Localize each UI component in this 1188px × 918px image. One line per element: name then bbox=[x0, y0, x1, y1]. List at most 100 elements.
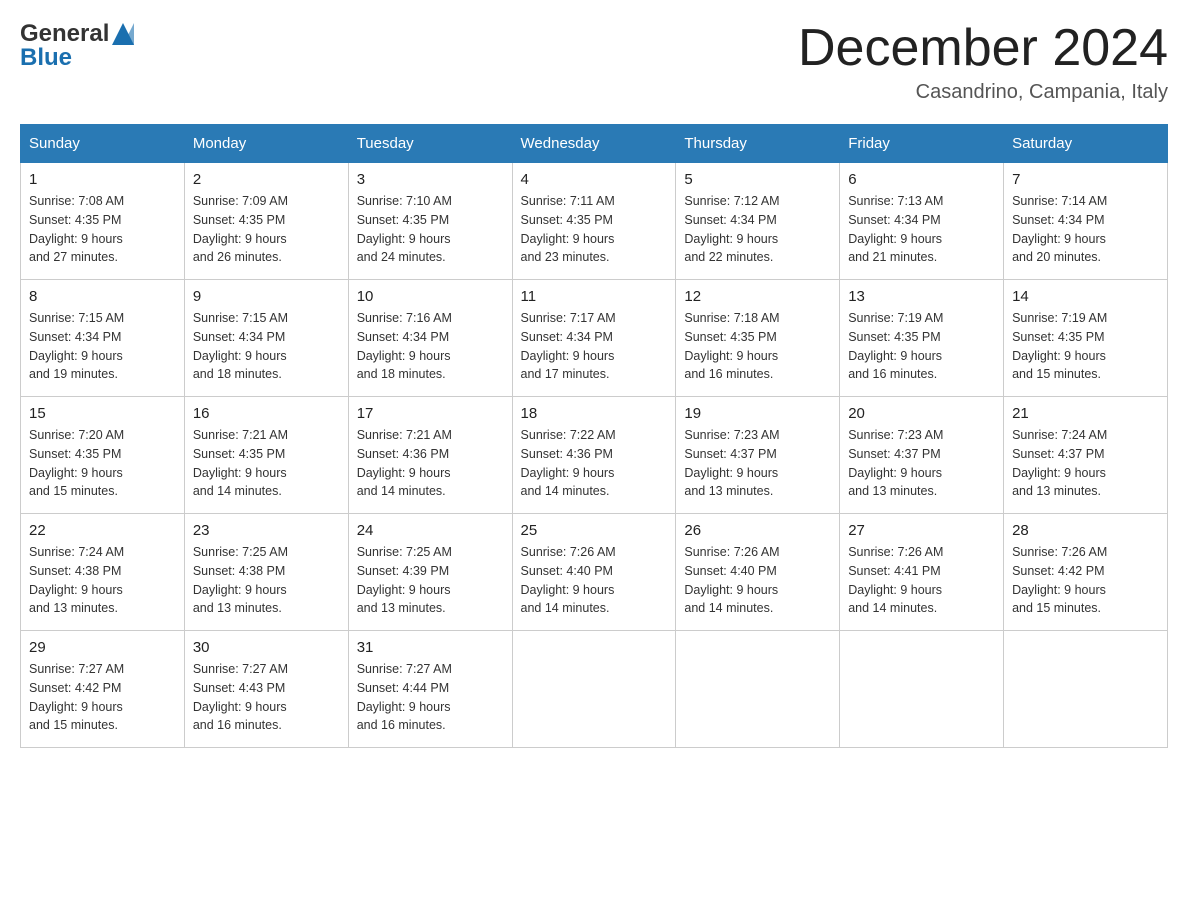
day-info: Sunrise: 7:27 AMSunset: 4:44 PMDaylight:… bbox=[357, 660, 504, 735]
day-info: Sunrise: 7:19 AMSunset: 4:35 PMDaylight:… bbox=[848, 309, 995, 384]
day-number: 12 bbox=[684, 288, 831, 305]
day-number: 18 bbox=[521, 405, 668, 422]
calendar-cell bbox=[512, 631, 676, 748]
calendar-cell: 24 Sunrise: 7:25 AMSunset: 4:39 PMDayligh… bbox=[348, 514, 512, 631]
calendar-table: SundayMondayTuesdayWednesdayThursdayFrid… bbox=[20, 124, 1168, 748]
weekday-header-friday: Friday bbox=[840, 125, 1004, 163]
calendar-week-row: 1 Sunrise: 7:08 AMSunset: 4:35 PMDaylight… bbox=[21, 163, 1168, 280]
day-info: Sunrise: 7:26 AMSunset: 4:41 PMDaylight:… bbox=[848, 543, 995, 618]
calendar-cell: 3Sunrise: 7:10 AMSunset: 4:35 PMDaylight… bbox=[348, 163, 512, 280]
calendar-week-row: 29Sunrise: 7:27 AMSunset: 4:42 PMDayligh… bbox=[21, 631, 1168, 748]
day-number: 13 bbox=[848, 288, 995, 305]
weekday-header-saturday: Saturday bbox=[1004, 125, 1168, 163]
calendar-cell: 25Sunrise: 7:26 AMSunset: 4:40 PMDayligh… bbox=[512, 514, 676, 631]
day-number: 28 bbox=[1012, 522, 1159, 539]
calendar-cell: 13 Sunrise: 7:19 AMSunset: 4:35 PMDayligh… bbox=[840, 280, 1004, 397]
calendar-cell: 28 Sunrise: 7:26 AMSunset: 4:42 PMDayligh… bbox=[1004, 514, 1168, 631]
day-info: Sunrise: 7:15 AMSunset: 4:34 PMDaylight:… bbox=[193, 309, 340, 384]
day-info: Sunrise: 7:22 AMSunset: 4:36 PMDaylight:… bbox=[521, 426, 668, 501]
calendar-cell: 1 Sunrise: 7:08 AMSunset: 4:35 PMDaylight… bbox=[21, 163, 185, 280]
day-number: 15 bbox=[29, 405, 176, 422]
day-info: Sunrise: 7:24 AMSunset: 4:38 PMDaylight:… bbox=[29, 543, 176, 618]
day-info: Sunrise: 7:17 AMSunset: 4:34 PMDaylight:… bbox=[521, 309, 668, 384]
calendar-cell: 7Sunrise: 7:14 AMSunset: 4:34 PMDaylight… bbox=[1004, 163, 1168, 280]
location-text: Casandrino, Campania, Italy bbox=[798, 81, 1168, 104]
day-info: Sunrise: 7:23 AMSunset: 4:37 PMDaylight:… bbox=[684, 426, 831, 501]
calendar-week-row: 22Sunrise: 7:24 AMSunset: 4:38 PMDayligh… bbox=[21, 514, 1168, 631]
day-info: Sunrise: 7:24 AMSunset: 4:37 PMDaylight:… bbox=[1012, 426, 1159, 501]
day-number: 11 bbox=[521, 288, 668, 305]
calendar-cell: 12 Sunrise: 7:18 AMSunset: 4:35 PMDayligh… bbox=[676, 280, 840, 397]
calendar-cell: 21 Sunrise: 7:24 AMSunset: 4:37 PMDayligh… bbox=[1004, 397, 1168, 514]
calendar-cell: 14Sunrise: 7:19 AMSunset: 4:35 PMDayligh… bbox=[1004, 280, 1168, 397]
day-number: 9 bbox=[193, 288, 340, 305]
day-number: 21 bbox=[1012, 405, 1159, 422]
calendar-cell: 20 Sunrise: 7:23 AMSunset: 4:37 PMDayligh… bbox=[840, 397, 1004, 514]
calendar-cell: 29Sunrise: 7:27 AMSunset: 4:42 PMDayligh… bbox=[21, 631, 185, 748]
day-number: 1 bbox=[29, 171, 176, 188]
calendar-cell: 6 Sunrise: 7:13 AMSunset: 4:34 PMDaylight… bbox=[840, 163, 1004, 280]
day-number: 24 bbox=[357, 522, 504, 539]
calendar-cell: 15 Sunrise: 7:20 AMSunset: 4:35 PMDayligh… bbox=[21, 397, 185, 514]
day-info: Sunrise: 7:08 AMSunset: 4:35 PMDaylight:… bbox=[29, 192, 176, 267]
day-info: Sunrise: 7:18 AMSunset: 4:35 PMDaylight:… bbox=[684, 309, 831, 384]
weekday-header-sunday: Sunday bbox=[21, 125, 185, 163]
calendar-week-row: 15 Sunrise: 7:20 AMSunset: 4:35 PMDayligh… bbox=[21, 397, 1168, 514]
day-info: Sunrise: 7:20 AMSunset: 4:35 PMDaylight:… bbox=[29, 426, 176, 501]
logo: General Blue bbox=[20, 20, 134, 72]
day-number: 20 bbox=[848, 405, 995, 422]
calendar-cell: 18 Sunrise: 7:22 AMSunset: 4:36 PMDayligh… bbox=[512, 397, 676, 514]
calendar-cell: 26 Sunrise: 7:26 AMSunset: 4:40 PMDayligh… bbox=[676, 514, 840, 631]
day-info: Sunrise: 7:15 AMSunset: 4:34 PMDaylight:… bbox=[29, 309, 176, 384]
page-header: General Blue December 2024 Casandrino, C… bbox=[20, 20, 1168, 104]
day-info: Sunrise: 7:11 AMSunset: 4:35 PMDaylight:… bbox=[521, 192, 668, 267]
calendar-cell: 31 Sunrise: 7:27 AMSunset: 4:44 PMDayligh… bbox=[348, 631, 512, 748]
day-info: Sunrise: 7:26 AMSunset: 4:42 PMDaylight:… bbox=[1012, 543, 1159, 618]
day-info: Sunrise: 7:13 AMSunset: 4:34 PMDaylight:… bbox=[848, 192, 995, 267]
day-info: Sunrise: 7:25 AMSunset: 4:39 PMDaylight:… bbox=[357, 543, 504, 618]
day-number: 31 bbox=[357, 639, 504, 656]
day-number: 23 bbox=[193, 522, 340, 539]
day-number: 8 bbox=[29, 288, 176, 305]
calendar-cell: 5 Sunrise: 7:12 AMSunset: 4:34 PMDaylight… bbox=[676, 163, 840, 280]
day-info: Sunrise: 7:21 AMSunset: 4:36 PMDaylight:… bbox=[357, 426, 504, 501]
weekday-header-monday: Monday bbox=[184, 125, 348, 163]
calendar-cell bbox=[676, 631, 840, 748]
calendar-cell: 22Sunrise: 7:24 AMSunset: 4:38 PMDayligh… bbox=[21, 514, 185, 631]
day-info: Sunrise: 7:26 AMSunset: 4:40 PMDaylight:… bbox=[684, 543, 831, 618]
calendar-cell: 23Sunrise: 7:25 AMSunset: 4:38 PMDayligh… bbox=[184, 514, 348, 631]
calendar-cell: 17 Sunrise: 7:21 AMSunset: 4:36 PMDayligh… bbox=[348, 397, 512, 514]
day-number: 19 bbox=[684, 405, 831, 422]
day-number: 6 bbox=[848, 171, 995, 188]
day-info: Sunrise: 7:27 AMSunset: 4:43 PMDaylight:… bbox=[193, 660, 340, 735]
day-number: 25 bbox=[521, 522, 668, 539]
weekday-header-tuesday: Tuesday bbox=[348, 125, 512, 163]
day-info: Sunrise: 7:19 AMSunset: 4:35 PMDaylight:… bbox=[1012, 309, 1159, 384]
day-number: 17 bbox=[357, 405, 504, 422]
calendar-cell: 10Sunrise: 7:16 AMSunset: 4:34 PMDayligh… bbox=[348, 280, 512, 397]
calendar-cell: 19 Sunrise: 7:23 AMSunset: 4:37 PMDayligh… bbox=[676, 397, 840, 514]
day-info: Sunrise: 7:23 AMSunset: 4:37 PMDaylight:… bbox=[848, 426, 995, 501]
day-number: 10 bbox=[357, 288, 504, 305]
month-title: December 2024 bbox=[798, 20, 1168, 77]
day-info: Sunrise: 7:21 AMSunset: 4:35 PMDaylight:… bbox=[193, 426, 340, 501]
calendar-cell: 27 Sunrise: 7:26 AMSunset: 4:41 PMDayligh… bbox=[840, 514, 1004, 631]
day-number: 2 bbox=[193, 171, 340, 188]
day-number: 16 bbox=[193, 405, 340, 422]
calendar-cell: 11 Sunrise: 7:17 AMSunset: 4:34 PMDayligh… bbox=[512, 280, 676, 397]
calendar-cell: 8 Sunrise: 7:15 AMSunset: 4:34 PMDaylight… bbox=[21, 280, 185, 397]
weekday-header-thursday: Thursday bbox=[676, 125, 840, 163]
calendar-week-row: 8 Sunrise: 7:15 AMSunset: 4:34 PMDaylight… bbox=[21, 280, 1168, 397]
day-info: Sunrise: 7:12 AMSunset: 4:34 PMDaylight:… bbox=[684, 192, 831, 267]
logo-triangle-icon bbox=[112, 23, 134, 45]
day-number: 27 bbox=[848, 522, 995, 539]
weekday-header-row: SundayMondayTuesdayWednesdayThursdayFrid… bbox=[21, 125, 1168, 163]
day-number: 29 bbox=[29, 639, 176, 656]
calendar-cell: 4Sunrise: 7:11 AMSunset: 4:35 PMDaylight… bbox=[512, 163, 676, 280]
day-number: 5 bbox=[684, 171, 831, 188]
day-number: 26 bbox=[684, 522, 831, 539]
calendar-cell bbox=[1004, 631, 1168, 748]
weekday-header-wednesday: Wednesday bbox=[512, 125, 676, 163]
calendar-cell: 2Sunrise: 7:09 AMSunset: 4:35 PMDaylight… bbox=[184, 163, 348, 280]
day-info: Sunrise: 7:14 AMSunset: 4:34 PMDaylight:… bbox=[1012, 192, 1159, 267]
